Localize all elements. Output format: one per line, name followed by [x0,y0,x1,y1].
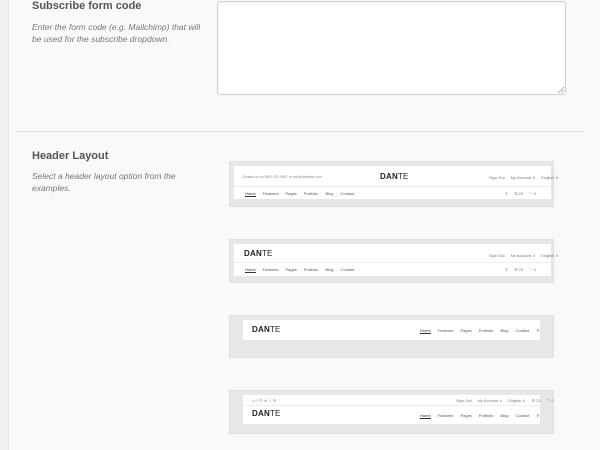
mock-search-icon: ⚲ [505,267,508,272]
mock-logo: DANTE [380,172,409,181]
section-divider [16,131,584,132]
mock-header: DANTE Sign Out My Account ∨ English ∨ Ho… [234,244,558,276]
mock-topbar-links: Sign Out My Account ∨ English ∨ [489,253,559,258]
mock-header: DANTE Home Features Pages Portfolio Blog Cont… [243,320,540,340]
resize-grip-icon[interactable] [557,86,565,94]
mock-topbar-contact: Contact us on 0800 123 4567 or info@webs… [242,175,322,179]
header-layout-option-3[interactable]: DANTE Home Features Pages Portfolio Blog Cont… [229,315,554,358]
mock-header: Contact us on 0800 123 4567 or info@webs… [234,166,558,199]
mock-logo: DANTE [252,409,281,418]
mock-divider [243,405,540,406]
subscribe-form-title: Subscribe form code [32,0,142,12]
mock-topbar-links: Sign Out My Account ∨ English ∨ [489,175,559,180]
mock-cart-icons: ⚲ ☰ 23 ♡ 0 [505,191,537,196]
mock-header: ◎ f Ⓟ ⊕ ✓ ✉ Sign Out My Account ∨ Englis… [243,395,554,424]
header-layout-option-2[interactable]: DANTE Sign Out My Account ∨ English ∨ Ho… [229,239,558,283]
header-layout-option-1[interactable]: Contact us on 0800 123 4567 or info@webs… [229,161,558,207]
mock-nav: Home Features Pages Portfolio Blog Contact ⚲ [420,328,540,334]
mock-topbar-links: Sign Out My Account ∨ English ∨ ☰ 23 ♡ 0 [456,398,554,403]
mock-nav: Home Features Pages Portfolio Blog Contact ⚲ [420,413,540,419]
subscribe-form-description: Enter the form code (e.g. Mailchimp) tha… [32,22,201,44]
mock-search-icon: ⚲ [536,413,540,418]
mock-logo: DANTE [252,325,281,334]
mock-logo: DANTE [244,249,273,258]
header-layout-description: Select a header layout option from the e… [32,171,176,193]
mock-nav: Home Features Pages Portfolio Blog Contact [245,267,355,273]
header-layout-title: Header Layout [32,150,109,162]
mock-nav: Home Features Pages Portfolio Blog Contact [245,191,355,197]
mock-divider [234,262,551,263]
header-layout-option-4[interactable]: ◎ f Ⓟ ⊕ ✓ ✉ Sign Out My Account ∨ Englis… [229,390,554,434]
mock-social-icons: ◎ f Ⓟ ⊕ ✓ ✉ [252,398,277,403]
mock-search-icon: ⚲ [505,191,508,196]
mock-divider [234,186,551,187]
mock-cart-icons: ⚲ ☰ 23 ♡ 0 [505,267,537,272]
mock-search-icon: ⚲ [536,328,540,333]
subscribe-form-code-textarea[interactable] [217,1,566,95]
